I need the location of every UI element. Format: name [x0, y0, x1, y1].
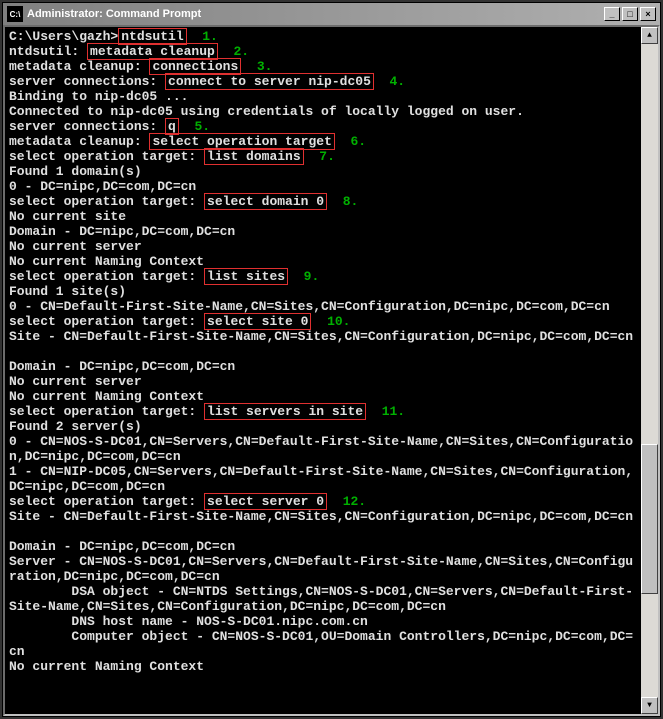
cmd-10: select site 0 [204, 313, 311, 330]
line: Computer object - CN=NOS-S-DC01,OU=Domai… [9, 629, 633, 644]
line: Site-Name,CN=Sites,CN=Configuration,DC=n… [9, 599, 446, 614]
line: metadata cleanup: [9, 59, 149, 74]
scroll-thumb[interactable] [641, 444, 658, 594]
scroll-down-button[interactable]: ▼ [641, 697, 658, 714]
line: Domain - DC=nipc,DC=com,DC=cn [9, 224, 235, 239]
line: No current site [9, 209, 126, 224]
line: 0 - CN=Default-First-Site-Name,CN=Sites,… [9, 299, 610, 314]
scroll-track[interactable] [641, 44, 658, 697]
close-button[interactable]: × [640, 7, 656, 21]
line: metadata cleanup: [9, 134, 149, 149]
step-2: 2. [233, 44, 249, 59]
line: Domain - DC=nipc,DC=com,DC=cn [9, 539, 235, 554]
cmd-7: list domains [204, 148, 304, 165]
terminal-output[interactable]: C:\Users\gazh>ntdsutil 1. ntdsutil: meta… [5, 27, 641, 714]
maximize-button[interactable]: □ [622, 7, 638, 21]
cmd-9: list sites [204, 268, 288, 285]
step-1: 1. [202, 29, 218, 44]
line: No current server [9, 374, 142, 389]
step-11: 11. [382, 404, 405, 419]
line: n,DC=nipc,DC=com,DC=cn [9, 449, 181, 464]
line: Found 1 domain(s) [9, 164, 142, 179]
line: DC=nipc,DC=com,DC=cn [9, 479, 165, 494]
scroll-up-button[interactable]: ▲ [641, 27, 658, 44]
line: 0 - DC=nipc,DC=com,DC=cn [9, 179, 196, 194]
cmd-8: select domain 0 [204, 193, 327, 210]
line: 0 - CN=NOS-S-DC01,CN=Servers,CN=Default-… [9, 434, 633, 449]
step-4: 4. [389, 74, 405, 89]
line: DNS host name - NOS-S-DC01.nipc.com.cn [9, 614, 368, 629]
step-5: 5. [194, 119, 210, 134]
line: No current Naming Context [9, 659, 204, 674]
content-area: C:\Users\gazh>ntdsutil 1. ntdsutil: meta… [3, 25, 660, 716]
cmd-11: list servers in site [204, 403, 366, 420]
line: select operation target: [9, 494, 204, 509]
line: Server - CN=NOS-S-DC01,CN=Servers,CN=Def… [9, 554, 633, 569]
line: select operation target: [9, 149, 204, 164]
line: cn [9, 644, 25, 659]
line: select operation target: [9, 404, 204, 419]
line: server connections: [9, 74, 165, 89]
line: No current Naming Context [9, 254, 204, 269]
line: Domain - DC=nipc,DC=com,DC=cn [9, 359, 235, 374]
step-12: 12. [343, 494, 366, 509]
line: ntdsutil: [9, 44, 87, 59]
prompt: C:\Users\gazh> [9, 29, 118, 44]
step-3: 3. [257, 59, 273, 74]
line: Found 1 site(s) [9, 284, 126, 299]
line: select operation target: [9, 269, 204, 284]
line: Found 2 server(s) [9, 419, 142, 434]
line: ration,DC=nipc,DC=com,DC=cn [9, 569, 220, 584]
line: No current Naming Context [9, 389, 204, 404]
step-9: 9. [304, 269, 320, 284]
line: Site - CN=Default-First-Site-Name,CN=Sit… [9, 509, 633, 524]
cmd-icon: C:\ [7, 6, 23, 22]
line: select operation target: [9, 314, 204, 329]
line: 1 - CN=NIP-DC05,CN=Servers,CN=Default-Fi… [9, 464, 633, 479]
step-6: 6. [350, 134, 366, 149]
line: server connections: [9, 119, 165, 134]
line: DSA object - CN=NTDS Settings,CN=NOS-S-D… [9, 584, 633, 599]
step-8: 8. [343, 194, 359, 209]
step-7: 7. [319, 149, 335, 164]
cmd-12: select server 0 [204, 493, 327, 510]
line: select operation target: [9, 194, 204, 209]
vertical-scrollbar[interactable]: ▲ ▼ [641, 27, 658, 714]
line: No current server [9, 239, 142, 254]
line: Binding to nip-dc05 ... [9, 89, 188, 104]
window-title: Administrator: Command Prompt [27, 8, 602, 20]
titlebar[interactable]: C:\ Administrator: Command Prompt _ □ × [3, 3, 660, 25]
line: Connected to nip-dc05 using credentials … [9, 104, 524, 119]
command-prompt-window: C:\ Administrator: Command Prompt _ □ × … [2, 2, 661, 717]
step-10: 10. [327, 314, 350, 329]
cmd-4: connect to server nip-dc05 [165, 73, 374, 90]
line: Site - CN=Default-First-Site-Name,CN=Sit… [9, 329, 633, 344]
minimize-button[interactable]: _ [604, 7, 620, 21]
